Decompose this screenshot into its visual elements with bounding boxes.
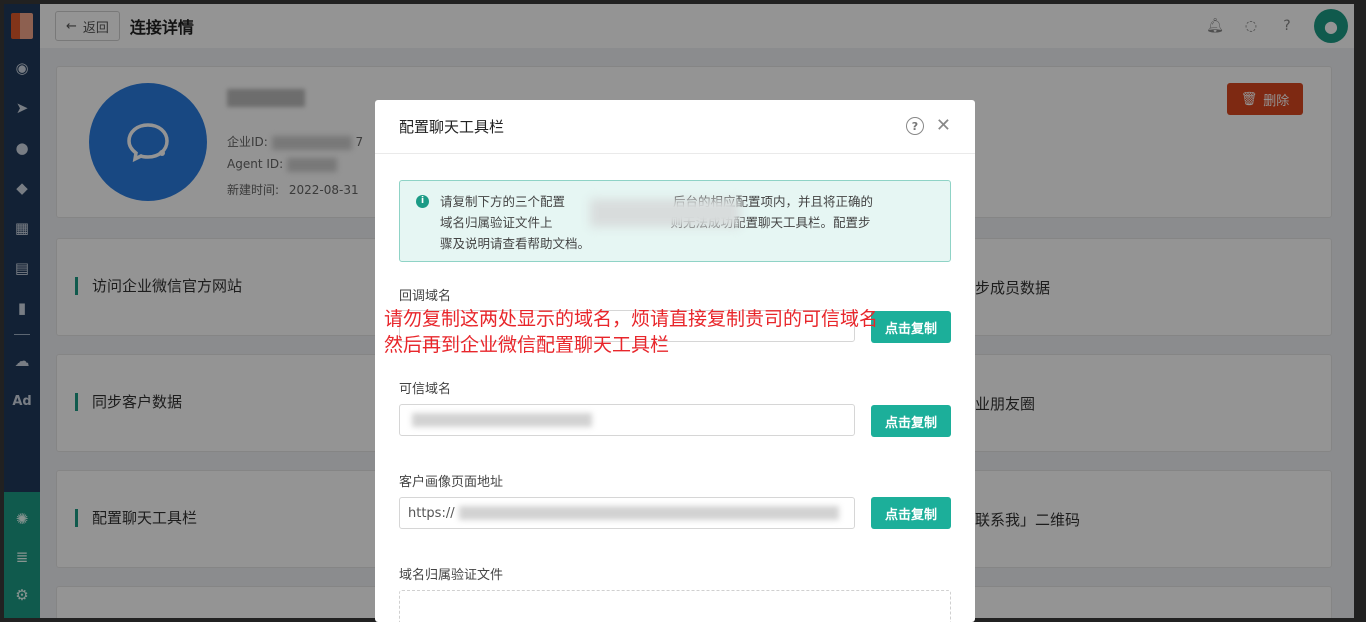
annotation-line-1: 请勿复制这两处显示的域名，烦请直接复制贵司的可信域名 xyxy=(384,308,879,330)
copy-profile-page-url-button[interactable]: 点击复制 xyxy=(871,497,951,529)
notice-line-3: 骤及说明请查看帮助文档。 xyxy=(440,236,591,251)
config-toolbar-modal: 配置聊天工具栏 ? ✕ i 请复制下方的三个配置 后台的相应配置项内，并且将正确的… xyxy=(375,100,975,622)
notice-box: i 请复制下方的三个配置 后台的相应配置项内，并且将正确的 域名归属验证文件上 则无… xyxy=(399,180,951,262)
trusted-domain-input[interactable] xyxy=(399,404,855,436)
verify-file-label: 域名归属验证文件 xyxy=(399,568,504,583)
copy-trusted-domain-button[interactable]: 点击复制 xyxy=(871,405,951,437)
info-icon: i xyxy=(416,195,429,208)
notice-redaction xyxy=(590,199,740,227)
verify-file-upload-area[interactable] xyxy=(399,590,951,622)
callback-domain-label: 回调域名 xyxy=(399,289,452,304)
close-icon[interactable]: ✕ xyxy=(936,117,951,135)
profile-page-url-input[interactable]: https:// xyxy=(399,497,855,529)
trusted-domain-label: 可信域名 xyxy=(399,382,452,397)
trusted-domain-redacted xyxy=(412,413,592,427)
modal-title: 配置聊天工具栏 xyxy=(399,118,505,136)
red-annotation: 请勿复制这两处显示的域名，烦请直接复制贵司的可信域名 然后再到企业微信配置聊天工… xyxy=(384,306,944,358)
profile-page-url-value: https:// xyxy=(408,505,455,521)
help-circle-icon[interactable]: ? xyxy=(905,117,924,135)
profile-page-url-redacted xyxy=(458,506,839,520)
profile-page-url-label: 客户画像页面地址 xyxy=(399,475,504,490)
annotation-line-2: 然后再到企业微信配置聊天工具栏 xyxy=(384,334,670,356)
modal-tools: ? ✕ xyxy=(905,117,951,135)
modal-header: 配置聊天工具栏 xyxy=(375,100,975,154)
